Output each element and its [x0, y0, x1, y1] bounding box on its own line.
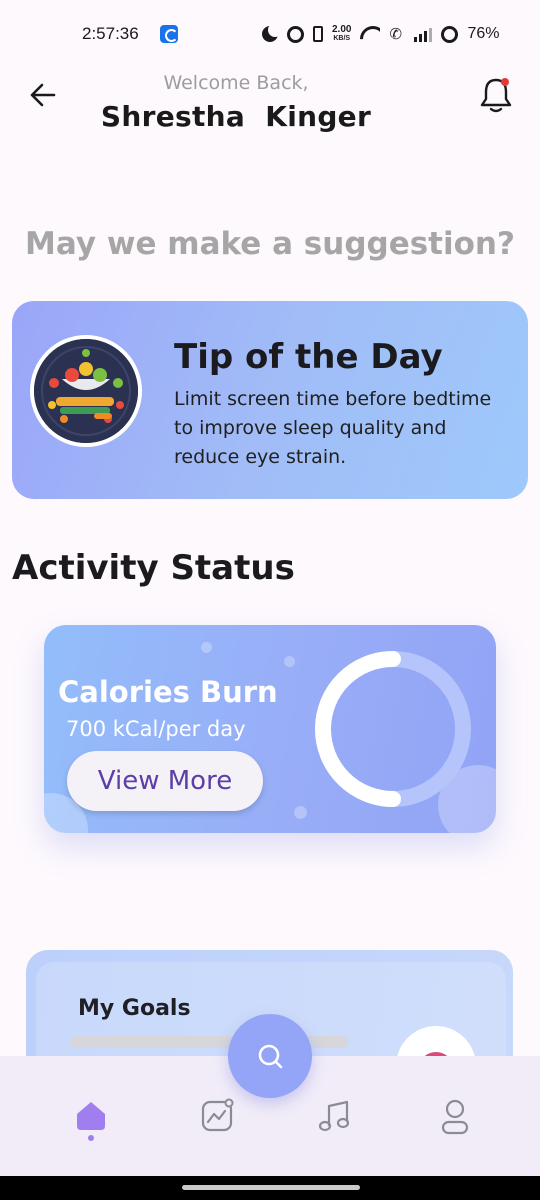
- search-icon: [258, 1044, 283, 1069]
- suggestion-heading: May we make a suggestion?: [25, 226, 515, 262]
- tip-title: Tip of the Day: [174, 337, 443, 377]
- view-more-button[interactable]: View More: [67, 751, 263, 811]
- notifications-button[interactable]: [477, 74, 515, 116]
- battery-percent: 76%: [467, 25, 500, 42]
- home-gesture-pill[interactable]: [182, 1185, 360, 1190]
- signal-icon: [414, 26, 433, 42]
- nav-activity[interactable]: [195, 1092, 239, 1142]
- wifi-calling-icon: ✆: [389, 25, 403, 43]
- music-note-icon: [318, 1100, 350, 1132]
- network-speed-unit: KB/S: [333, 35, 351, 42]
- calories-value: 700 kCal/per day: [66, 717, 246, 741]
- bell-icon: [480, 78, 512, 113]
- calories-card: Calories Burn 700 kCal/per day View More: [44, 625, 496, 833]
- activity-status-title: Activity Status: [12, 548, 295, 588]
- battery-icon: [441, 25, 459, 43]
- search-button[interactable]: [228, 1014, 312, 1098]
- status-icons: 2.00 KB/S ✆ 76%: [262, 22, 500, 46]
- wifi-icon: [360, 26, 380, 42]
- welcome-text: Welcome Back,: [163, 72, 309, 94]
- status-bar: 2:57:36 2.00 KB/S ✆ 76%: [0, 0, 540, 68]
- alarm-icon: [287, 25, 304, 43]
- vibrate-icon: [313, 26, 323, 42]
- decor-bubble: [201, 642, 212, 653]
- network-speed-value: 2.00: [332, 24, 352, 35]
- status-time: 2:57:36: [82, 24, 139, 43]
- user-name: Shrestha Kinger: [100, 100, 372, 133]
- my-goals-title: My Goals: [78, 996, 191, 1021]
- app-notification-icon: [160, 25, 178, 43]
- nav-home[interactable]: [69, 1092, 113, 1142]
- activity-chart-icon: [201, 1098, 234, 1132]
- profile-icon: [441, 1099, 469, 1135]
- healthy-food-image: [30, 335, 142, 447]
- tip-text: Limit screen time before bedtime to impr…: [174, 388, 492, 468]
- nav-profile[interactable]: [433, 1092, 477, 1142]
- network-speed: 2.00 KB/S: [332, 25, 351, 43]
- system-navigation-bar: [0, 1176, 540, 1200]
- home-icon: [77, 1102, 105, 1141]
- nav-music[interactable]: [313, 1092, 357, 1142]
- do-not-disturb-icon: [262, 23, 282, 42]
- calories-progress-arc: [315, 651, 401, 807]
- calories-title: Calories Burn: [58, 675, 278, 709]
- calories-progress-ring: [315, 651, 471, 807]
- decor-bubble: [294, 806, 307, 819]
- decor-bubble: [284, 656, 295, 667]
- tip-of-the-day-card[interactable]: Tip of the Day Limit screen time before …: [12, 301, 528, 499]
